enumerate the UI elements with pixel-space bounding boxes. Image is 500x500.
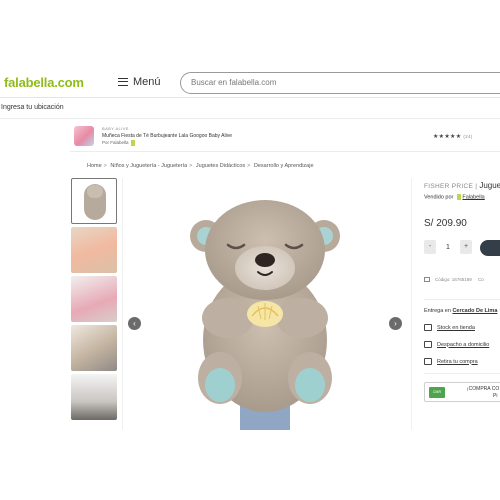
- breadcrumb-separator: >: [103, 163, 107, 169]
- increase-quantity-button[interactable]: +: [460, 240, 472, 254]
- breadcrumb-separator: >: [247, 163, 251, 169]
- promo-product-image: [74, 126, 94, 146]
- product-price: S/ 209.90: [424, 218, 467, 229]
- divider: [70, 151, 500, 152]
- delivery-location: Entrega en Cercado De Lima: [424, 308, 497, 314]
- otter-right-arm: [276, 298, 328, 338]
- divider: [424, 299, 500, 300]
- breadcrumb-separator: >: [189, 163, 193, 169]
- otter-muzzle: [235, 246, 295, 290]
- option-label: Stock en tienda: [437, 324, 475, 331]
- star-icons: ★★★★★: [433, 134, 462, 140]
- promo-seller-text: Por Falabella: [102, 140, 129, 146]
- quantity-value[interactable]: 1: [436, 244, 460, 251]
- thumbnail-1[interactable]: [71, 178, 117, 224]
- cmr-badge: CMR: [429, 387, 445, 398]
- product-code: Código: 16765169 Co: [424, 277, 484, 283]
- brand-name[interactable]: FISHER PRICE: [424, 183, 473, 190]
- hamburger-icon: [118, 78, 128, 86]
- delivery-location-link[interactable]: Cercado De Lima: [452, 308, 497, 314]
- promo-seller: Por Falabella: [102, 140, 135, 146]
- thumbnail-5[interactable]: [71, 374, 117, 420]
- sold-by: Vendido por Falabella: [424, 194, 485, 200]
- option-pickup[interactable]: Retira tu compra: [424, 358, 478, 365]
- promo-brand: BABY ALIVE: [102, 126, 129, 131]
- otter-left-arm: [202, 298, 254, 338]
- barcode-icon: [424, 277, 430, 283]
- breadcrumb: Home > Niños y Juguetería - Juguetería > J…: [87, 163, 314, 169]
- gallery-next-button[interactable]: ›: [389, 317, 402, 330]
- rating-count: (24): [463, 134, 473, 139]
- product-main-image: [190, 200, 340, 430]
- otter-nose: [255, 253, 275, 267]
- breadcrumb-educational[interactable]: Juguetes Didácticos: [196, 163, 245, 169]
- breadcrumb-home[interactable]: Home: [87, 163, 102, 169]
- seller-link[interactable]: Falabella: [462, 194, 484, 200]
- decrease-quantity-button[interactable]: -: [424, 240, 436, 254]
- seller-tag-icon: [456, 194, 461, 200]
- thumbnail-3[interactable]: [71, 276, 117, 322]
- brand-separator: |: [475, 183, 478, 190]
- promo-product-strip[interactable]: BABY ALIVE Muñeca Fiesta de Té Burbujean…: [70, 125, 500, 149]
- divider: [0, 118, 500, 119]
- cmr-promo-text-2: Pi: [493, 393, 498, 399]
- product-code-text: Código: 16765169: [435, 277, 472, 282]
- search-input[interactable]: Buscar en falabella.com: [180, 72, 500, 94]
- sold-by-label: Vendido por: [424, 194, 454, 201]
- falabella-logo[interactable]: falabella.com: [4, 75, 84, 90]
- product-title: Juguete: [479, 181, 500, 190]
- box-icon: [424, 358, 432, 365]
- cmr-promo-banner[interactable]: CMR ¡COMPRA CO Pi: [424, 382, 500, 402]
- thumbnail-4[interactable]: [71, 325, 117, 371]
- product-code-suffix: Co: [478, 277, 484, 282]
- breadcrumb-toys[interactable]: Niños y Juguetería - Juguetería: [110, 163, 187, 169]
- seller-tag-icon: [130, 140, 135, 146]
- truck-icon: [424, 341, 432, 348]
- add-to-cart-button[interactable]: [480, 240, 500, 256]
- location-link[interactable]: Ingresa tu ubicación: [1, 104, 64, 111]
- product-page: falabella.com Menú Buscar en falabella.c…: [0, 0, 500, 500]
- quantity-stepper: - 1 +: [424, 240, 472, 254]
- cmr-promo-text: ¡COMPRA CO: [467, 386, 500, 392]
- promo-title: Muñeca Fiesta de Té Burbujeante Lala Goo…: [102, 133, 232, 139]
- option-home-delivery[interactable]: Despacho a domicilio: [424, 341, 489, 348]
- promo-rating: ★★★★★ (24): [433, 133, 473, 140]
- option-label: Retira tu compra: [437, 358, 478, 365]
- divider: [424, 373, 500, 374]
- product-brand: FISHER PRICE | Juguete: [424, 181, 500, 190]
- menu-label: Menú: [133, 76, 161, 88]
- otter-left-foot-pad: [205, 368, 235, 402]
- option-label: Despacho a domicilio: [437, 341, 490, 348]
- store-icon: [424, 324, 432, 331]
- otter-thumbnail-image: [84, 184, 106, 220]
- thumbnail-list: [71, 178, 117, 423]
- delivery-label: Entrega en: [424, 308, 451, 314]
- breadcrumb-development[interactable]: Desarrollo y Aprendizaje: [254, 163, 314, 169]
- otter-right-foot-pad: [295, 368, 325, 402]
- header: falabella.com Menú Buscar en falabella.c…: [0, 68, 500, 98]
- thumbnail-2[interactable]: [71, 227, 117, 273]
- option-store-stock[interactable]: Stock en tienda: [424, 324, 475, 331]
- gallery-prev-button[interactable]: ‹: [128, 317, 141, 330]
- menu-button[interactable]: Menú: [118, 76, 161, 88]
